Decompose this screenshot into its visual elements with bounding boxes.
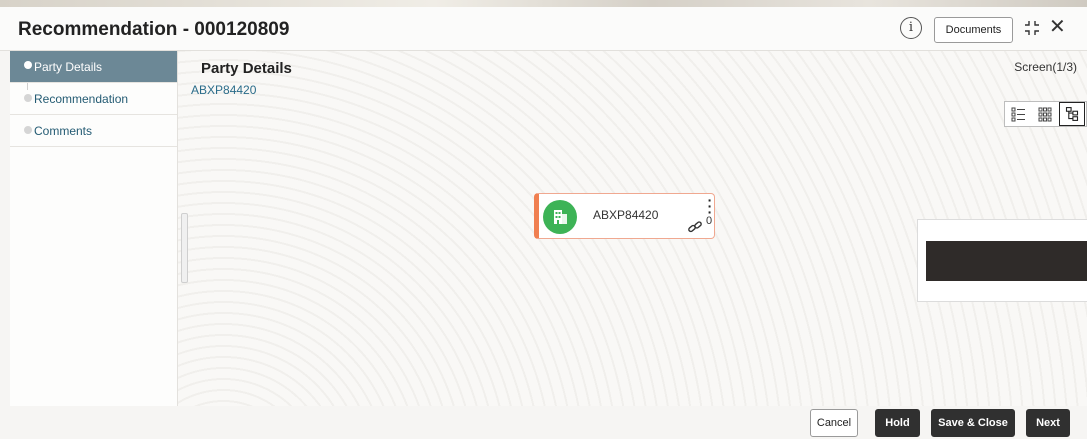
grid-view-icon[interactable] (1032, 102, 1058, 126)
sidebar-nav: Party Details Recommendation Comments (10, 51, 178, 406)
window-header: Recommendation - 000120809 i Documents ✕ (0, 7, 1087, 51)
step-dot-icon (24, 126, 32, 134)
next-button[interactable]: Next (1026, 409, 1070, 437)
detail-panel-bar (926, 241, 1087, 281)
sidebar-item-comments[interactable]: Comments (10, 115, 177, 147)
step-dot-icon (24, 61, 32, 69)
step-dot-icon (24, 94, 32, 102)
save-close-button[interactable]: Save & Close (931, 409, 1015, 437)
sidebar-item-party-details[interactable]: Party Details (10, 51, 177, 83)
building-icon (543, 200, 577, 234)
party-node-name: ABXP84420 (593, 208, 659, 222)
party-node-card[interactable]: ABXP84420 · · · 0 (534, 193, 715, 239)
sidebar-item-label: Comments (34, 124, 93, 138)
view-toggle-group (1004, 101, 1087, 127)
documents-button[interactable]: Documents (934, 17, 1013, 43)
action-footer: Cancel Hold Save & Close Next (0, 406, 1087, 439)
sidebar-item-label: Recommendation (34, 92, 129, 106)
page-title: Recommendation - 000120809 (18, 19, 290, 40)
more-options-icon[interactable]: · · · (707, 193, 713, 219)
detail-side-panel (917, 219, 1087, 302)
party-id-label: ABXP84420 (191, 83, 257, 97)
section-title: Party Details (201, 60, 292, 77)
info-icon[interactable]: i (900, 17, 922, 39)
hierarchy-view-icon[interactable] (1059, 102, 1085, 126)
link-icon[interactable] (687, 220, 703, 234)
link-count: 0 (706, 215, 713, 227)
sidebar-item-label: Party Details (34, 60, 103, 74)
top-decorative-strip (0, 0, 1087, 7)
list-view-icon[interactable] (1005, 102, 1031, 126)
expand-icon[interactable] (1024, 20, 1040, 36)
sidebar-item-recommendation[interactable]: Recommendation (10, 83, 177, 115)
main-content: Party Details ABXP84420 Screen(1/3) ABXP… (178, 51, 1087, 406)
canvas-scroll-handle[interactable] (181, 213, 188, 283)
cancel-button[interactable]: Cancel (810, 409, 858, 437)
close-icon[interactable]: ✕ (1049, 16, 1066, 38)
hold-button[interactable]: Hold (875, 409, 920, 437)
screen-indicator: Screen(1/3) (1014, 60, 1077, 74)
